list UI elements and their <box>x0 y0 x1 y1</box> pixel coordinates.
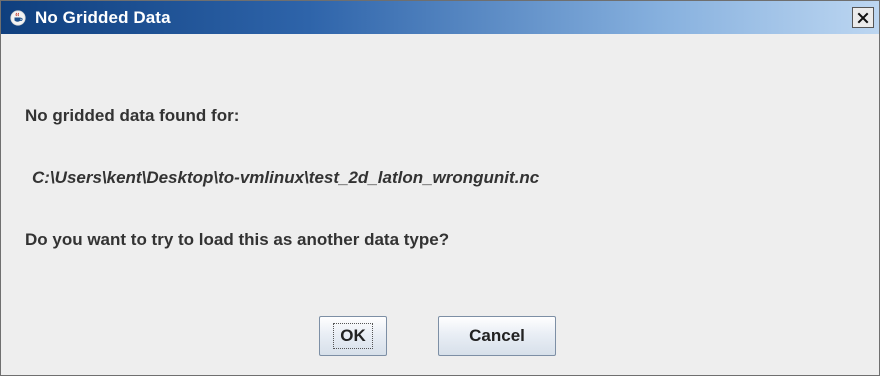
dialog-title: No Gridded Data <box>35 7 171 27</box>
cancel-button[interactable]: Cancel <box>438 316 556 356</box>
ok-button-label: OK <box>333 323 373 349</box>
java-cup-icon <box>9 9 27 27</box>
close-button[interactable] <box>852 7 874 28</box>
ok-button[interactable]: OK <box>319 316 387 356</box>
file-path-text: C:\Users\kent\Desktop\to-vmlinux\test_2d… <box>32 168 540 187</box>
message-text: No gridded data found for: <box>25 106 240 125</box>
question-text: Do you want to try to load this as anoth… <box>25 230 450 249</box>
title-bar[interactable]: No Gridded Data <box>1 1 879 34</box>
no-gridded-data-dialog: No Gridded Data No gridded data found fo… <box>0 0 880 376</box>
close-icon <box>857 12 869 23</box>
